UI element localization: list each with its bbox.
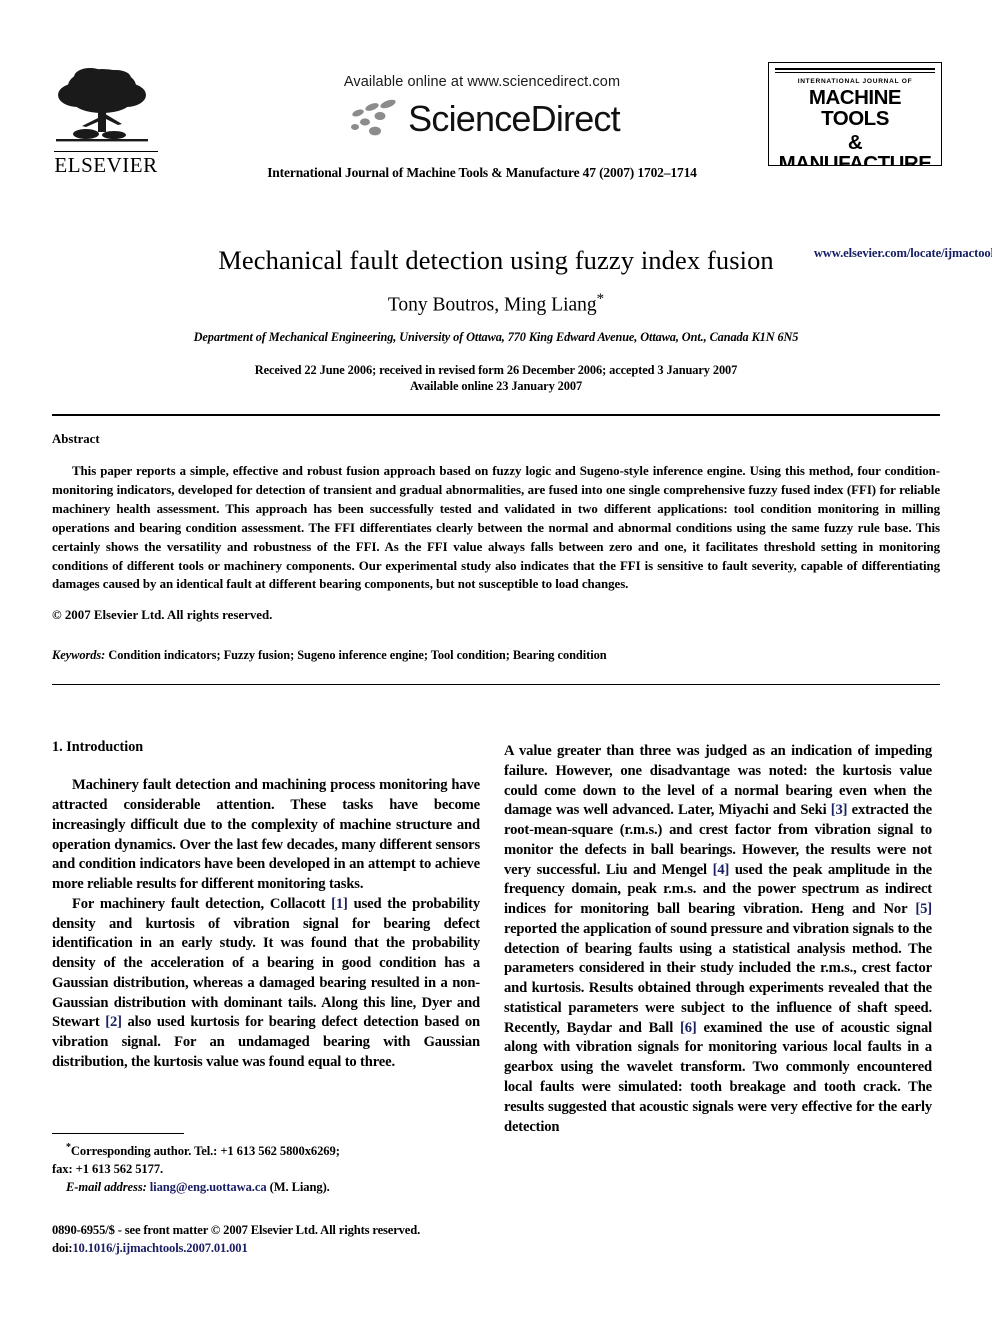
paragraph-intro-2: For machinery fault detection, Collacott… [52,895,480,1073]
cover-title-line1: MACHINE TOOLS [808,86,902,131]
footnote-fax-line: fax: +1 613 562 5177. [52,1162,164,1177]
doi-line: doi:10.1016/j.ijmachtools.2007.01.001 [52,1240,512,1258]
doi-link[interactable]: 10.1016/j.ijmachtools.2007.01.001 [72,1241,247,1255]
text-run: used the probability density and kurtosi… [52,895,480,1031]
elsevier-tree-icon [56,68,148,142]
footnote-email-line: E-mail address: liang@eng.uottawa.ca (M.… [52,1179,452,1197]
journal-reference: International Journal of Machine Tools &… [267,165,697,180]
doi-label: doi: [52,1240,73,1255]
text-run: examined the use of acoustic signal alon… [504,1019,932,1135]
email-owner: (M. Liang). [266,1179,330,1194]
footnote-divider [52,1133,184,1134]
elsevier-logo: ELSEVIER [52,64,160,177]
journal-cover-logo: INTERNATIONAL JOURNAL OF MACHINE TOOLS &… [768,62,942,166]
keywords-label: Keywords: [52,648,106,662]
cover-rule-second [775,72,935,73]
abstract-copyright: © 2007 Elsevier Ltd. All rights reserved… [52,608,273,622]
email-link[interactable]: liang@eng.uottawa.ca [150,1180,267,1194]
sciencedirect-wordmark: ScienceDirect [408,98,620,139]
history-available: Available online 23 January 2007 [409,379,583,394]
page-title: Mechanical fault detection using fuzzy i… [218,245,774,275]
body-column-left: 1. Introduction Machinery fault detectio… [52,738,480,1073]
email-label: E-mail address: [66,1179,147,1194]
cover-kicker: INTERNATIONAL JOURNAL OF [797,78,913,85]
citation-ref-4[interactable]: [4] [713,862,730,878]
issn-line: 0890-6955/$ - see front matter © 2007 El… [52,1223,421,1237]
section-heading-introduction: 1. Introduction [52,739,144,755]
citation-ref-3[interactable]: [3] [831,802,848,818]
citation-ref-1[interactable]: [1] [331,896,348,912]
history-received: Received 22 June 2006; received in revis… [254,363,738,377]
cover-title-line2: & MANUFACTURE [778,130,932,166]
citation-ref-2[interactable]: [2] [105,1014,122,1030]
elsevier-wordmark: ELSEVIER [54,151,158,177]
page-header: ELSEVIER Available online at www.science… [52,62,992,260]
text-run: reported the application of sound pressu… [504,920,932,1036]
cover-rule-top [775,68,935,70]
body-column-right: A value greater than three was judged as… [504,742,932,1137]
citation-ref-6[interactable]: [6] [680,1020,697,1036]
author-list: Tony Boutros, Ming Liang* [60,291,932,317]
available-online-text: Available online at www.sciencedirect.co… [343,74,621,90]
citation-ref-5[interactable]: [5] [915,901,932,917]
sciencedirect-block: Available online at www.sciencedirect.co… [267,74,697,141]
abstract-bottom-divider [52,684,940,685]
paragraph-intro-3: A value greater than three was judged as… [504,742,932,1137]
paper-page: ELSEVIER Available online at www.science… [0,0,992,1323]
author-names: Tony Boutros, Ming Liang [387,294,597,316]
text-run: For machinery fault detection, Collacott [72,895,332,912]
paragraph-intro-1: Machinery fault detection and machining … [52,777,480,893]
corresponding-author-marker: * [596,291,605,307]
keywords-line: Keywords: Condition indicators; Fuzzy fu… [52,648,940,663]
footnote-block: *Corresponding author. Tel.: +1 613 562 … [52,1141,452,1197]
footnote-corresponding-text: Corresponding author. Tel.: +1 613 562 5… [70,1144,340,1159]
sciencedirect-sparkle-icon [351,99,396,136]
footer-block: 0890-6955/$ - see front matter © 2007 El… [52,1222,512,1258]
keywords-text: Condition indicators; Fuzzy fusion; Suge… [108,648,607,662]
abstract-heading: Abstract [52,432,100,446]
affiliation: Department of Mechanical Engineering, Un… [193,330,799,344]
abstract-text: This paper reports a simple, effective a… [52,464,940,592]
abstract-top-divider [52,414,940,416]
footnote-corresponding-line: *Corresponding author. Tel.: +1 613 562 … [52,1141,452,1161]
article-history: Received 22 June 2006; received in revis… [60,362,932,395]
